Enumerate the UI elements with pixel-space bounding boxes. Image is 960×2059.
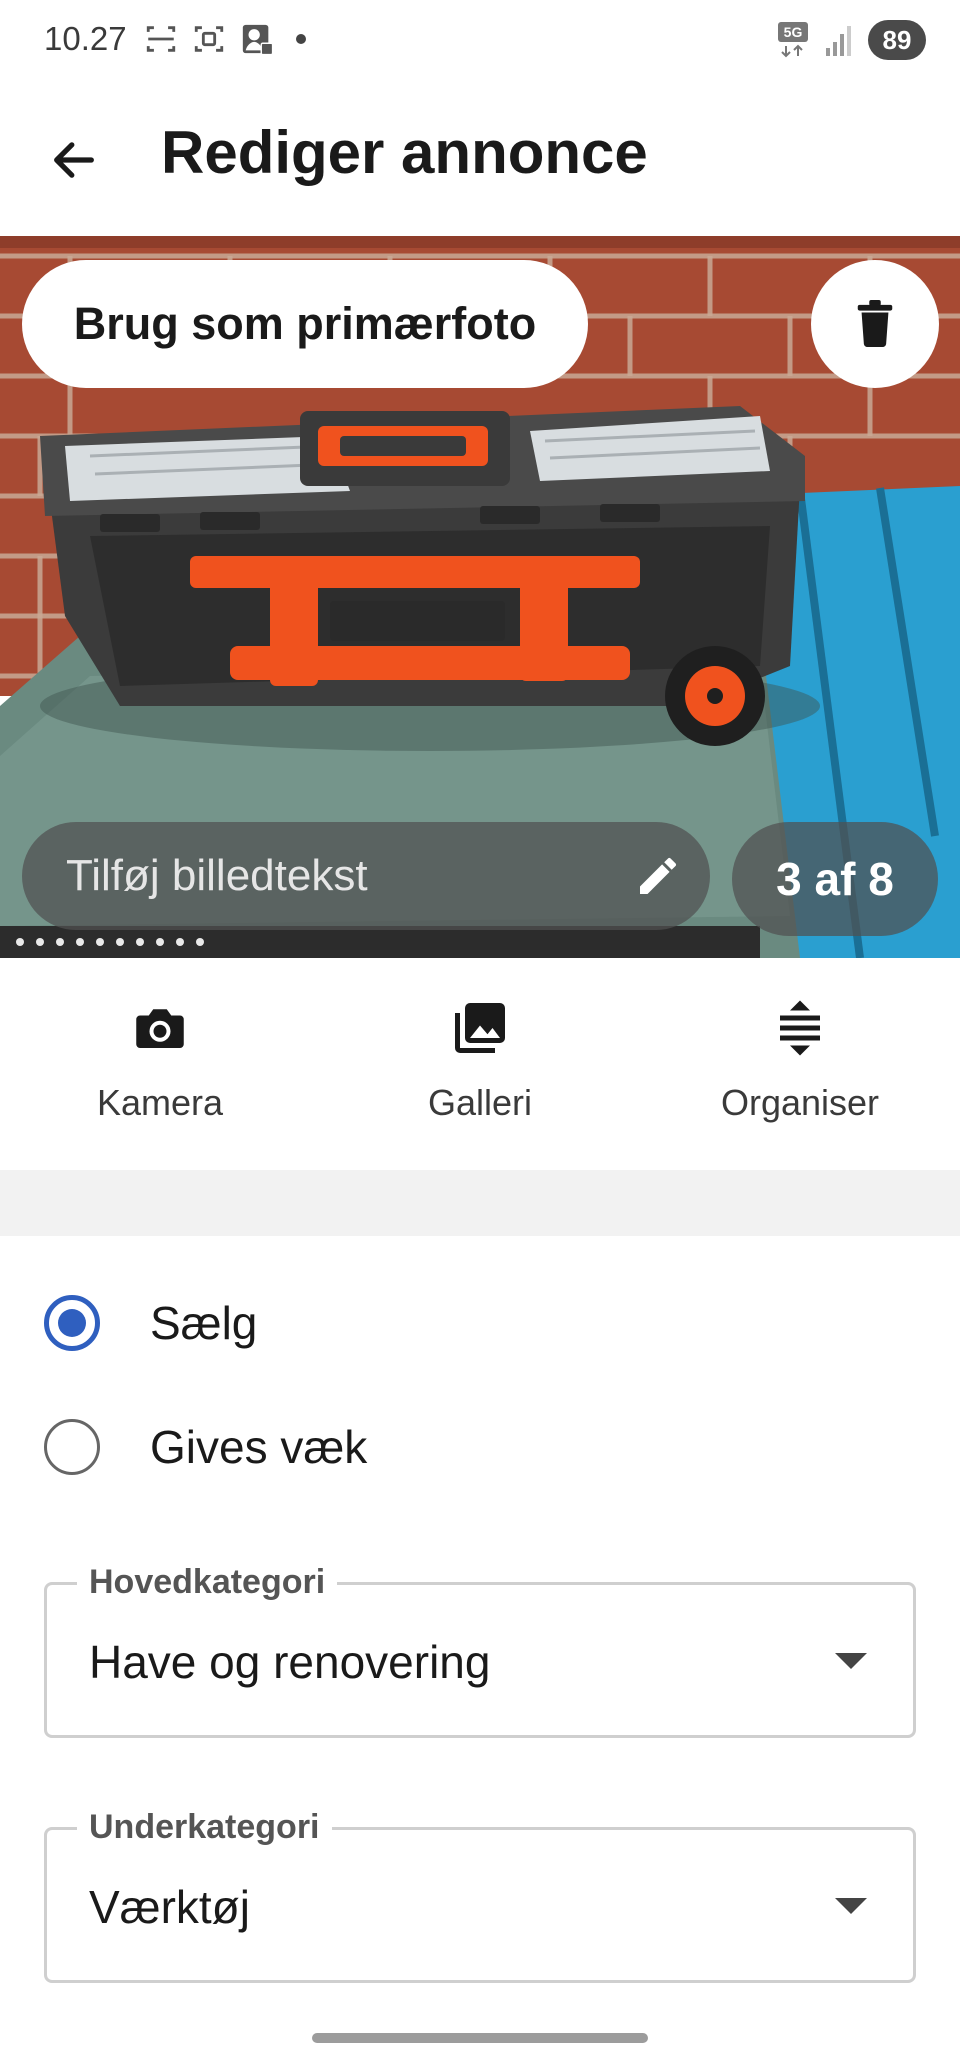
radio-option-give-away[interactable]: Gives væk [0,1392,960,1502]
notification-dot-icon [296,34,306,44]
back-button[interactable] [38,124,110,196]
trash-icon [857,300,893,348]
radio-option-sell[interactable]: Sælg [0,1268,960,1378]
home-indicator[interactable] [312,2033,648,2043]
sub-category-value: Værktøj [89,1881,250,1933]
app-bar: Rediger annonce [0,84,960,236]
page-title: Rediger annonce [161,119,648,186]
organize-label: Organiser [720,1082,880,1123]
status-time: 10.27 [44,20,127,57]
pencil-icon [640,858,676,894]
signal-icon [826,26,851,56]
facebook-profile-icon [242,24,274,56]
photo-counter: 3 af 8 [732,822,938,936]
section-divider [0,1170,960,1236]
organize-button[interactable]: Organiser [680,998,920,1138]
network-5g-icon: 5G [778,22,808,58]
radio-unselected-icon[interactable] [44,1419,100,1475]
sub-category-label: Underkategori [77,1808,332,1847]
radio-label-give-away: Gives væk [150,1421,368,1473]
chevron-down-icon [835,1898,867,1914]
screenshot-icon [194,26,224,52]
camera-button[interactable]: Kamera [40,998,280,1138]
gallery-button[interactable]: Galleri [360,998,600,1138]
arrow-left-icon [54,142,94,178]
media-actions: Kamera Galleri Organiser [0,958,960,1170]
radio-label-sell: Sælg [150,1297,258,1349]
gallery-icon [455,1003,505,1053]
status-icons-left [144,22,306,56]
reorder-icon [780,1000,820,1056]
camera-label: Kamera [96,1082,224,1123]
camera-icon [136,1009,184,1048]
gallery-label: Galleri [427,1082,533,1123]
radio-selected-icon[interactable] [44,1295,100,1351]
status-icons-right: 5G 89 [776,20,926,60]
use-as-primary-photo-button[interactable]: Brug som primærfoto [22,260,588,388]
main-category-label: Hovedkategori [77,1563,338,1602]
chevron-down-icon [835,1653,867,1669]
main-category-value: Have og renovering [89,1636,491,1688]
network-label: 5G [784,24,803,40]
delete-photo-button[interactable] [811,260,939,388]
sub-category-dropdown[interactable]: Underkategori Værktøj [44,1808,916,1983]
status-bar: 10.27 5G 89 [0,0,960,84]
add-caption-field[interactable]: Tilføj billedtekst [22,822,710,930]
screen-record-icon [146,26,176,52]
caption-placeholder: Tilføj billedtekst [66,851,368,900]
listing-photo[interactable]: Brug som primærfoto Tilføj billedtekst 3… [0,236,960,958]
main-category-dropdown[interactable]: Hovedkategori Have og renovering [44,1563,916,1738]
battery-icon: 89 [868,20,926,60]
